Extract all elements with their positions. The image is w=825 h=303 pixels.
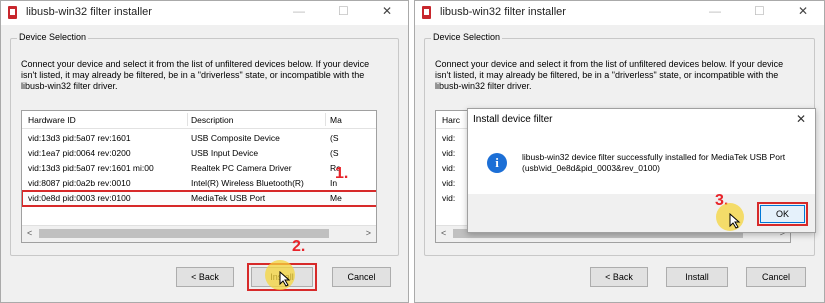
scroll-left-icon[interactable]: < bbox=[441, 228, 446, 238]
title-bar: libusb-win32 filter installer — ☐ ✕ bbox=[1, 1, 408, 25]
row-hwid: vid: bbox=[442, 193, 456, 203]
group-label: Device Selection bbox=[431, 32, 503, 42]
cancel-button[interactable]: Cancel bbox=[332, 267, 391, 287]
column-description[interactable]: Description bbox=[191, 115, 234, 125]
row-mfr: (S bbox=[330, 148, 339, 158]
mouse-cursor-icon bbox=[279, 271, 291, 287]
row-desc: USB Composite Device bbox=[191, 133, 280, 143]
step-2-annotation: 2. bbox=[292, 238, 306, 255]
window-title: libusb-win32 filter installer bbox=[440, 6, 566, 18]
row-mfr: Me bbox=[330, 193, 342, 203]
list-item-selected[interactable]: vid:0e8d pid:0003 rev:0100 MediaTek USB … bbox=[22, 190, 376, 207]
row-hwid: vid:1ea7 pid:0064 rev:0200 bbox=[28, 148, 131, 158]
ok-button[interactable]: OK bbox=[757, 202, 808, 226]
dialog-title-bar: Install device filter bbox=[468, 109, 815, 131]
window-title: libusb-win32 filter installer bbox=[26, 6, 152, 18]
row-hwid: vid:13d3 pid:5a07 rev:1601 bbox=[28, 133, 131, 143]
column-manufacturer[interactable]: Ma bbox=[330, 115, 342, 125]
mouse-cursor-icon bbox=[729, 213, 741, 229]
list-item[interactable]: vid:8087 pid:0a2b rev:0010 Intel(R) Wire… bbox=[22, 176, 376, 191]
app-icon bbox=[422, 6, 431, 19]
list-item[interactable]: vid:13d3 pid:5a07 rev:1601 mi:00 Realtek… bbox=[22, 161, 376, 176]
row-hwid: vid: bbox=[442, 148, 456, 158]
maximize-button[interactable]: ☐ bbox=[338, 4, 349, 18]
row-desc: Realtek PC Camera Driver bbox=[191, 163, 292, 173]
row-hwid: vid: bbox=[442, 178, 456, 188]
scroll-right-icon[interactable]: > bbox=[366, 228, 371, 238]
row-desc: MediaTek USB Port bbox=[191, 193, 266, 203]
row-desc: Intel(R) Wireless Bluetooth(R) bbox=[191, 178, 304, 188]
list-header: Hardware ID Description Ma bbox=[22, 111, 376, 129]
device-list[interactable]: Hardware ID Description Ma vid:13d3 pid:… bbox=[21, 110, 377, 243]
row-hwid: vid: bbox=[442, 163, 456, 173]
scroll-left-icon[interactable]: < bbox=[27, 228, 32, 238]
app-icon bbox=[8, 6, 17, 19]
back-button[interactable]: < Back bbox=[590, 267, 648, 287]
left-installer-window: libusb-win32 filter installer — ☐ ✕ Devi… bbox=[0, 0, 409, 303]
list-item[interactable]: vid:13d3 pid:5a07 rev:1601 USB Composite… bbox=[22, 131, 376, 146]
column-hardware-id[interactable]: Harc bbox=[442, 115, 460, 125]
row-hwid: vid:13d3 pid:5a07 rev:1601 mi:00 bbox=[28, 163, 154, 173]
list-item[interactable]: vid:1ea7 pid:0064 rev:0200 USB Input Dev… bbox=[22, 146, 376, 161]
maximize-button[interactable]: ☐ bbox=[754, 4, 765, 18]
column-hardware-id[interactable]: Hardware ID bbox=[28, 115, 76, 125]
dialog-title: Install device filter bbox=[473, 114, 553, 125]
dialog-message: libusb-win32 device filter successfully … bbox=[522, 152, 786, 173]
description-text: Connect your device and select it from t… bbox=[21, 59, 370, 91]
close-button[interactable]: ✕ bbox=[382, 4, 392, 18]
title-bar: libusb-win32 filter installer — ☐ ✕ bbox=[415, 1, 824, 25]
close-button[interactable]: ✕ bbox=[798, 4, 808, 18]
row-mfr: (S bbox=[330, 133, 339, 143]
step-1-annotation: 1. bbox=[335, 165, 349, 182]
row-hwid: vid:8087 pid:0a2b rev:0010 bbox=[28, 178, 131, 188]
horizontal-scrollbar[interactable]: < > bbox=[22, 225, 376, 242]
minimize-button[interactable]: — bbox=[709, 4, 721, 18]
install-device-filter-dialog: Install device filter ✕ i libusb-win32 d… bbox=[467, 108, 816, 233]
device-selection-group: Device Selection Connect your device and… bbox=[10, 32, 399, 256]
description-text: Connect your device and select it from t… bbox=[435, 59, 784, 91]
group-label: Device Selection bbox=[17, 32, 89, 42]
back-button[interactable]: < Back bbox=[176, 267, 234, 287]
dialog-body: i libusb-win32 device filter successfull… bbox=[468, 131, 815, 194]
cancel-button[interactable]: Cancel bbox=[746, 267, 806, 287]
row-hwid: vid:0e8d pid:0003 rev:0100 bbox=[28, 193, 131, 203]
minimize-button[interactable]: — bbox=[293, 4, 305, 18]
install-button[interactable]: Install bbox=[666, 267, 728, 287]
scroll-thumb[interactable] bbox=[39, 229, 329, 238]
info-icon: i bbox=[487, 153, 507, 173]
row-hwid: vid: bbox=[442, 133, 456, 143]
dialog-close-button[interactable]: ✕ bbox=[796, 112, 806, 126]
row-desc: USB Input Device bbox=[191, 148, 259, 158]
